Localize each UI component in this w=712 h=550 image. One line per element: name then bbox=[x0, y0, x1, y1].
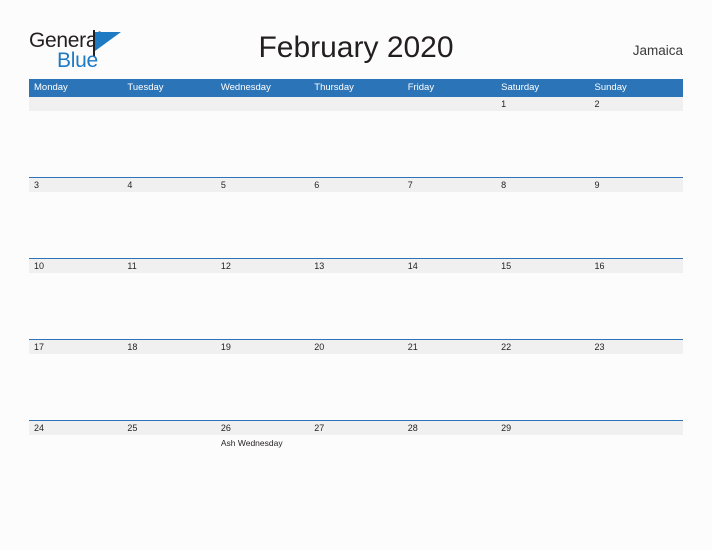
calendar-grid: Monday Tuesday Wednesday Thursday Friday… bbox=[29, 79, 683, 501]
day-cell[interactable]: 26 Ash Wednesday bbox=[216, 421, 309, 502]
day-cell[interactable] bbox=[590, 421, 683, 502]
day-cell[interactable]: 25 bbox=[122, 421, 215, 502]
day-cell[interactable]: 28 bbox=[403, 421, 496, 502]
day-cell[interactable]: 11 bbox=[122, 259, 215, 340]
page-header: General Blue February 2020 Jamaica bbox=[0, 0, 712, 79]
day-number: 6 bbox=[314, 180, 320, 190]
day-number bbox=[595, 421, 683, 435]
day-number: 22 bbox=[501, 342, 512, 352]
calendar-week-row: 1 2 bbox=[29, 96, 683, 177]
day-number: 8 bbox=[501, 180, 507, 190]
day-number: 16 bbox=[594, 261, 605, 271]
day-number: 11 bbox=[127, 261, 137, 271]
day-number: 25 bbox=[127, 423, 138, 433]
page-title: February 2020 bbox=[258, 31, 454, 64]
day-number: 19 bbox=[220, 342, 231, 352]
weekday-sunday: Sunday bbox=[594, 82, 627, 93]
weekday-header-row: Monday Tuesday Wednesday Thursday Friday… bbox=[29, 79, 683, 96]
day-cell[interactable] bbox=[403, 97, 496, 178]
day-cell[interactable]: 21 bbox=[403, 340, 496, 421]
day-cell[interactable]: 9 bbox=[590, 178, 683, 259]
calendar-week-row: 3 4 5 6 7 8 9 bbox=[29, 177, 683, 258]
day-cell[interactable]: 8 bbox=[496, 178, 589, 259]
day-number bbox=[127, 97, 215, 111]
day-number: 28 bbox=[407, 423, 418, 433]
calendar-week-row: 24 25 26 Ash Wednesday 27 28 29 bbox=[29, 420, 683, 501]
day-cell[interactable]: 14 bbox=[403, 259, 496, 340]
day-cell[interactable]: 12 bbox=[216, 259, 309, 340]
day-cell[interactable]: 29 bbox=[496, 421, 589, 502]
day-cell[interactable]: 18 bbox=[122, 340, 215, 421]
day-cell[interactable]: 7 bbox=[403, 178, 496, 259]
day-number: 1 bbox=[501, 99, 507, 109]
day-cell[interactable]: 1 bbox=[496, 97, 589, 178]
day-number: 26 bbox=[220, 423, 231, 433]
weekday-wednesday: Wednesday bbox=[220, 82, 271, 93]
day-number bbox=[314, 97, 402, 111]
day-cell[interactable]: 15 bbox=[496, 259, 589, 340]
day-event-label: Ash Wednesday bbox=[220, 438, 283, 448]
day-number: 23 bbox=[594, 342, 605, 352]
weekday-friday: Friday bbox=[407, 82, 435, 93]
day-number bbox=[408, 97, 496, 111]
day-cell[interactable]: 19 bbox=[216, 340, 309, 421]
calendar-week-row: 17 18 19 20 21 22 23 bbox=[29, 339, 683, 420]
day-cell[interactable]: 3 bbox=[29, 178, 122, 259]
day-cell[interactable]: 23 bbox=[590, 340, 683, 421]
day-number: 5 bbox=[220, 180, 226, 190]
day-cell[interactable]: 20 bbox=[309, 340, 402, 421]
day-cell[interactable]: 16 bbox=[590, 259, 683, 340]
day-cell[interactable]: 10 bbox=[29, 259, 122, 340]
day-cell[interactable] bbox=[309, 97, 402, 178]
day-number: 4 bbox=[127, 180, 133, 190]
day-number: 9 bbox=[594, 180, 600, 190]
day-cell[interactable]: 4 bbox=[122, 178, 215, 259]
day-number: 7 bbox=[407, 180, 413, 190]
day-number: 29 bbox=[501, 423, 512, 433]
day-cell[interactable]: 2 bbox=[590, 97, 683, 178]
day-number: 2 bbox=[594, 99, 600, 109]
day-number: 12 bbox=[220, 261, 231, 271]
day-cell[interactable] bbox=[122, 97, 215, 178]
day-cell[interactable] bbox=[29, 97, 122, 178]
day-cell[interactable]: 17 bbox=[29, 340, 122, 421]
day-number: 17 bbox=[34, 342, 45, 352]
day-number: 24 bbox=[34, 423, 45, 433]
day-number: 27 bbox=[314, 423, 325, 433]
day-number bbox=[221, 97, 309, 111]
day-cell[interactable]: 27 bbox=[309, 421, 402, 502]
day-cell[interactable]: 22 bbox=[496, 340, 589, 421]
day-number: 15 bbox=[501, 261, 512, 271]
day-cell[interactable]: 6 bbox=[309, 178, 402, 259]
weekday-tuesday: Tuesday bbox=[127, 82, 164, 93]
weekday-monday: Monday bbox=[34, 82, 68, 93]
weekday-thursday: Thursday bbox=[314, 82, 354, 93]
day-cell[interactable]: 24 bbox=[29, 421, 122, 502]
day-number bbox=[34, 97, 122, 111]
day-number: 18 bbox=[127, 342, 138, 352]
calendar-week-row: 10 11 12 13 14 15 16 bbox=[29, 258, 683, 339]
day-number: 14 bbox=[407, 261, 418, 271]
day-number: 20 bbox=[314, 342, 325, 352]
day-number: 10 bbox=[34, 261, 45, 271]
day-number: 13 bbox=[314, 261, 325, 271]
day-cell[interactable]: 5 bbox=[216, 178, 309, 259]
day-cell[interactable]: 13 bbox=[309, 259, 402, 340]
day-number: 21 bbox=[407, 342, 418, 352]
day-number: 3 bbox=[34, 180, 40, 190]
day-cell[interactable] bbox=[216, 97, 309, 178]
country-label: Jamaica bbox=[632, 43, 683, 58]
weekday-saturday: Saturday bbox=[501, 82, 540, 93]
